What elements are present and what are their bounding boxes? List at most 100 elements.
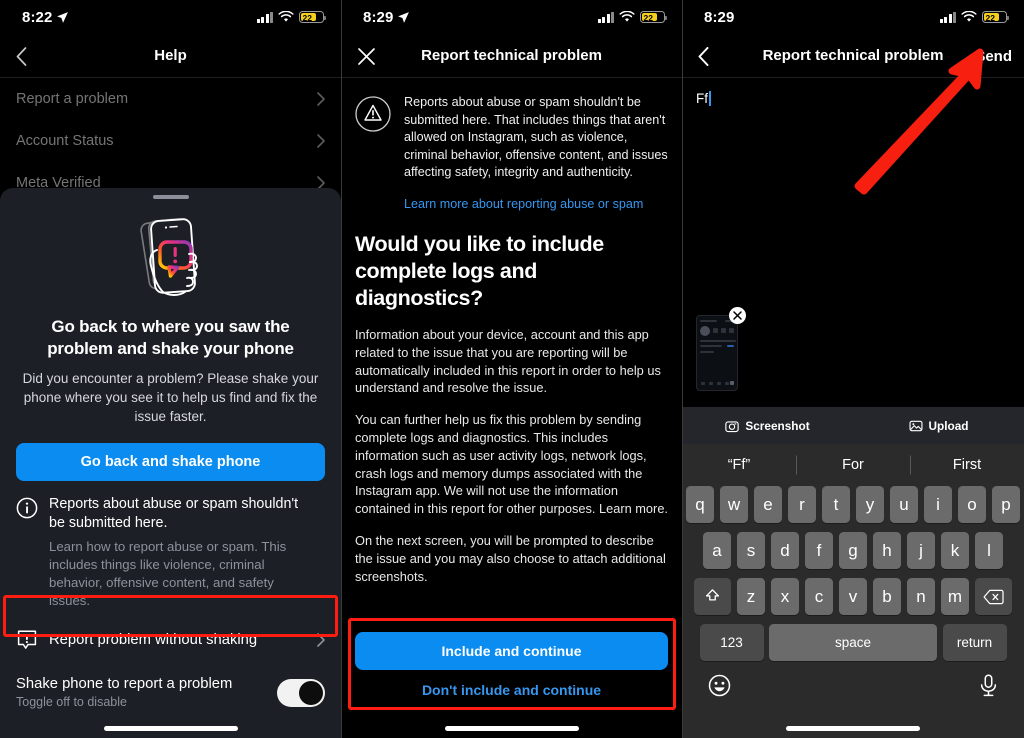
keyboard-row-4: 123 space return [682,624,1024,661]
return-key[interactable]: return [942,624,1007,661]
upload-button[interactable]: Upload [853,419,1024,433]
battery-icon: 22 [299,10,326,24]
numbers-key[interactable]: 123 [699,624,764,661]
abuse-spam-info-row[interactable]: Reports about abuse or spam shouldn't be… [0,481,341,616]
chevron-right-icon [317,134,325,148]
suggestion-2[interactable]: First [910,457,1024,473]
backspace-key[interactable] [974,578,1012,615]
shift-key[interactable] [694,578,732,615]
screenshot-button[interactable]: Screenshot [682,419,853,433]
nav-bar: Report technical problem [341,34,682,78]
dictation-key[interactable] [979,674,998,702]
key-l[interactable]: l [974,532,1004,569]
close-button[interactable] [351,34,382,78]
home-indicator [786,726,920,731]
screenshot-button-label: Screenshot [745,418,810,433]
send-button[interactable]: Send [975,34,1012,78]
list-item-label: Report a problem [16,91,129,107]
nav-bar: Report technical problem Send [682,34,1024,78]
abuse-spam-info-title: Reports about abuse or spam shouldn't be… [49,496,299,531]
shake-toggle-switch[interactable] [277,678,325,707]
key-h[interactable]: h [872,532,902,569]
report-description-input[interactable]: Ff [682,78,1024,108]
battery-icon: 22 [982,10,1009,24]
key-v[interactable]: v [838,578,868,615]
include-and-continue-button[interactable]: Include and continue [355,632,668,670]
status-bar: 8:29 22 [682,0,1024,34]
panel-compose-report: 8:29 22 Report technical problem Send Ff… [682,0,1024,738]
key-p[interactable]: p [991,486,1021,523]
remove-attachment-button[interactable] [729,307,746,324]
key-k[interactable]: k [940,532,970,569]
key-g[interactable]: g [838,532,868,569]
send-button-label: Send [975,47,1012,65]
go-back-and-shake-phone-button[interactable]: Go back and shake phone [16,443,325,481]
key-i[interactable]: i [923,486,953,523]
status-bar: 8:22 22 [0,0,341,34]
key-e[interactable]: e [753,486,783,523]
space-key[interactable]: space [769,624,937,661]
chevron-right-icon [317,92,325,106]
abuse-warning-block: Reports about abuse or spam shouldn't be… [341,78,682,213]
key-w[interactable]: w [719,486,749,523]
key-t[interactable]: t [821,486,851,523]
shake-toggle-labels: Shake phone to report a problem Toggle o… [16,676,232,709]
typing-suggestions-bar: “Ff” For First [682,444,1024,486]
key-f[interactable]: f [804,532,834,569]
back-button[interactable] [692,34,715,78]
location-arrow-icon [57,11,69,23]
back-button[interactable] [10,34,33,78]
logs-paragraph-1: Information about your device, account a… [355,327,661,396]
key-n[interactable]: n [906,578,936,615]
panel-divider-2 [682,0,683,738]
cellular-bars-icon [939,11,956,23]
key-c[interactable]: c [804,578,834,615]
logs-paragraph-3: On the next screen, you will be prompted… [355,532,666,584]
key-u[interactable]: u [889,486,919,523]
screenshot-thumbnail[interactable] [696,315,738,391]
key-m[interactable]: m [940,578,970,615]
status-bar: 8:29 22 [341,0,682,34]
info-circle-icon [16,497,38,519]
key-d[interactable]: d [770,532,800,569]
list-item-label: Account Status [16,133,114,149]
abuse-spam-info-body: Learn how to report abuse or spam. This … [49,539,287,608]
status-time-group: 8:22 [22,9,69,26]
report-problem-without-shaking-row[interactable]: Report problem without shaking [0,616,341,664]
screenshot-stage: 8:22 22 Help Report a problem Account St… [0,0,1024,738]
page-title: Report technical problem [421,47,602,64]
close-circle-icon [733,311,742,320]
cellular-bars-icon [256,11,273,23]
abuse-warning-text: Reports about abuse or spam shouldn't be… [404,95,668,179]
battery-icon: 22 [640,10,667,24]
battery-percent: 22 [643,12,653,23]
status-indicators: 22 [939,10,1009,24]
panel-divider-1 [341,0,342,738]
sheet-hero: Go back to where you saw the problem and… [0,199,341,426]
key-q[interactable]: q [685,486,715,523]
keyboard-row-1: q w e r t y u i o p [682,486,1024,523]
status-time: 8:29 [704,8,735,26]
learn-more-abuse-link[interactable]: Learn more about reporting abuse or spam [404,196,668,214]
chevron-left-icon [16,46,27,66]
key-b[interactable]: b [872,578,902,615]
wifi-icon [961,11,977,22]
list-item-account-status[interactable]: Account Status [0,120,341,162]
panel-include-logs: 8:29 22 Report technical problem Reports… [341,0,682,738]
on-screen-keyboard: “Ff” For First q w e r t y u i o p a s d… [682,444,1024,738]
key-r[interactable]: r [787,486,817,523]
status-time: 8:22 [22,8,53,26]
status-time-group: 8:29 [363,9,410,26]
key-s[interactable]: s [736,532,766,569]
suggestion-1[interactable]: For [796,457,910,473]
key-a[interactable]: a [702,532,732,569]
key-o[interactable]: o [957,486,987,523]
key-z[interactable]: z [736,578,766,615]
suggestion-0[interactable]: “Ff” [682,457,796,473]
key-j[interactable]: j [906,532,936,569]
key-y[interactable]: y [855,486,885,523]
emoji-key[interactable] [708,674,731,702]
dont-include-and-continue-button[interactable]: Don't include and continue [341,670,682,710]
key-x[interactable]: x [770,578,800,615]
list-item-report-a-problem[interactable]: Report a problem [0,78,341,120]
